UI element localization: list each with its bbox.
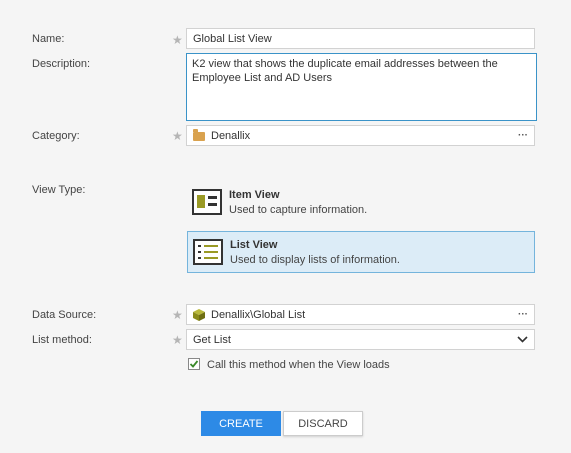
item-view-title: Item View (229, 188, 280, 201)
data-source-label: Data Source: (32, 309, 97, 321)
load-method-label: Call this method when the View loads (207, 359, 390, 371)
folder-icon (193, 129, 205, 141)
list-view-desc: Used to display lists of information. (230, 253, 400, 266)
view-type-label: View Type: (32, 184, 86, 196)
create-button[interactable]: CREATE (201, 411, 281, 436)
required-star-icon: ★ (172, 308, 183, 322)
description-label: Description: (32, 58, 91, 70)
load-method-checkbox[interactable] (188, 358, 200, 370)
list-method-value: Get List (193, 333, 231, 346)
list-view-title: List View (230, 238, 278, 251)
required-star-icon: ★ (172, 129, 183, 143)
list-method-select[interactable]: Get List (186, 329, 535, 350)
required-star-icon: ★ (172, 333, 183, 347)
data-source-browse-button[interactable]: ··· (518, 309, 528, 320)
required-star-icon: ★ (172, 33, 183, 47)
item-view-icon (192, 189, 222, 215)
name-value: Global List View (193, 32, 272, 45)
item-view-option[interactable]: Item View Used to capture information. (187, 181, 535, 223)
description-field[interactable]: K2 view that shows the duplicate email a… (186, 53, 537, 121)
name-field[interactable]: Global List View (186, 28, 535, 49)
discard-button[interactable]: DISCARD (283, 411, 363, 436)
category-browse-button[interactable]: ··· (518, 130, 528, 141)
list-view-icon (193, 239, 223, 265)
list-method-label: List method: (32, 334, 92, 346)
chevron-down-icon (517, 336, 528, 343)
category-value: Denallix (211, 129, 251, 142)
list-view-option[interactable]: List View Used to display lists of infor… (187, 231, 535, 273)
cube-icon (193, 308, 205, 321)
data-source-value: Denallix\Global List (211, 308, 306, 321)
category-label: Category: (32, 130, 80, 142)
checkmark-icon (189, 360, 199, 368)
name-label: Name: (32, 33, 65, 45)
category-field[interactable]: Denallix ··· (186, 125, 535, 146)
item-view-desc: Used to capture information. (229, 203, 368, 216)
data-source-field[interactable]: Denallix\Global List ··· (186, 304, 535, 325)
